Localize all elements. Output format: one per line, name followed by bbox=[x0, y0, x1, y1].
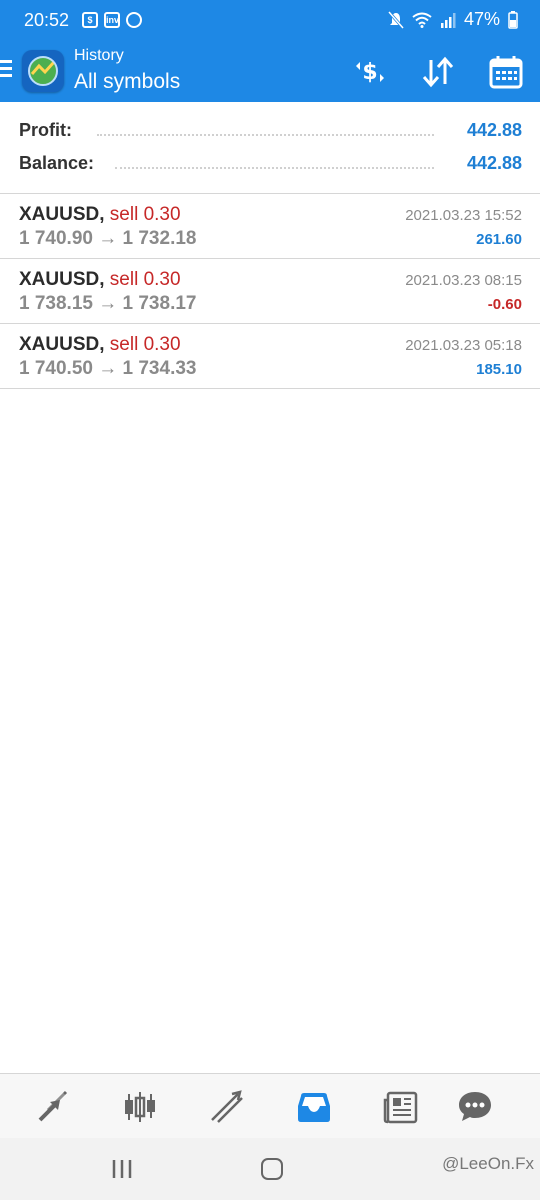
trade-row[interactable]: XAUUSD, sell 0.30 1 738.15 → 1 738.17 20… bbox=[0, 259, 540, 324]
whatsapp-icon bbox=[126, 12, 142, 28]
watermark: @LeeOn.Fx bbox=[442, 1154, 534, 1173]
dotted-leader bbox=[97, 134, 434, 136]
trade-profit: 185.10 bbox=[476, 361, 522, 378]
trade-datetime: 2021.03.23 08:15 bbox=[405, 272, 522, 289]
battery-icon bbox=[508, 10, 518, 29]
dotted-leader bbox=[115, 167, 434, 169]
svg-text:$: $ bbox=[362, 60, 377, 85]
wifi-icon bbox=[412, 12, 432, 28]
quotes-icon[interactable] bbox=[34, 1088, 72, 1126]
news-icon[interactable] bbox=[382, 1088, 420, 1126]
notification-icons: $ inv bbox=[82, 12, 142, 28]
trade-prices: 1 740.90 → 1 732.18 bbox=[19, 228, 197, 249]
trade-list: XAUUSD, sell 0.30 1 740.90 → 1 732.18 20… bbox=[0, 194, 540, 389]
calendar-icon[interactable] bbox=[486, 52, 526, 92]
history-icon[interactable] bbox=[295, 1088, 333, 1126]
battery-percent: 47% bbox=[463, 9, 500, 29]
status-time: 20:52 bbox=[24, 10, 70, 30]
system-nav-bar: @LeeOn.Fx bbox=[0, 1138, 540, 1200]
chat-icon[interactable] bbox=[456, 1088, 494, 1126]
app-bar-title[interactable]: All symbols bbox=[74, 70, 180, 94]
balance-label: Balance: bbox=[19, 153, 95, 173]
account-summary: Profit: 442.88 Balance: 442.88 bbox=[0, 102, 540, 194]
recent-apps-icon[interactable] bbox=[111, 1160, 133, 1178]
home-button[interactable] bbox=[261, 1158, 283, 1180]
trade-prices: 1 740.50 → 1 734.33 bbox=[19, 358, 197, 379]
status-bar: 20:52 $ inv 47% bbox=[0, 0, 540, 40]
trade-profit: 261.60 bbox=[476, 231, 522, 248]
investing-icon: inv bbox=[104, 12, 120, 28]
trade-side: sell 0.30 bbox=[109, 204, 181, 225]
trade-datetime: 2021.03.23 15:52 bbox=[405, 207, 522, 224]
trade-symbol: XAUUSD, sell 0.30 bbox=[19, 204, 181, 225]
top-bar: 20:52 $ inv 47% History All symbols $ bbox=[0, 0, 540, 102]
trade-side: sell 0.30 bbox=[109, 334, 181, 355]
app-logo bbox=[22, 50, 64, 92]
trade-prices: 1 738.15 → 1 738.17 bbox=[19, 293, 197, 314]
mute-icon bbox=[387, 10, 404, 29]
trade-symbol: XAUUSD, sell 0.30 bbox=[19, 269, 181, 290]
trade-icon[interactable] bbox=[208, 1088, 246, 1126]
trade-side: sell 0.30 bbox=[109, 269, 181, 290]
trade-row[interactable]: XAUUSD, sell 0.30 1 740.50 → 1 734.33 20… bbox=[0, 324, 540, 389]
chart-icon[interactable] bbox=[121, 1088, 159, 1126]
sort-icon[interactable] bbox=[418, 52, 458, 92]
shopee-icon: $ bbox=[82, 12, 98, 28]
status-right: 47% bbox=[387, 9, 518, 30]
balance-row: Balance: 442.88 bbox=[19, 153, 522, 179]
profit-value: 442.88 bbox=[466, 120, 522, 140]
signal-icon bbox=[440, 12, 456, 28]
trade-datetime: 2021.03.23 05:18 bbox=[405, 337, 522, 354]
trade-symbol: XAUUSD, sell 0.30 bbox=[19, 334, 181, 355]
trade-profit: -0.60 bbox=[487, 296, 522, 313]
balance-value: 442.88 bbox=[466, 153, 522, 173]
app-bar: History All symbols $ bbox=[0, 40, 540, 102]
profit-row: Profit: 442.88 bbox=[19, 120, 522, 146]
bottom-nav bbox=[0, 1073, 540, 1138]
deposit-swap-icon[interactable]: $ bbox=[350, 52, 390, 92]
profit-label: Profit: bbox=[19, 120, 72, 140]
trade-row[interactable]: XAUUSD, sell 0.30 1 740.90 → 1 732.18 20… bbox=[0, 194, 540, 259]
app-bar-subtitle: History bbox=[74, 47, 124, 64]
menu-icon[interactable] bbox=[0, 60, 14, 78]
